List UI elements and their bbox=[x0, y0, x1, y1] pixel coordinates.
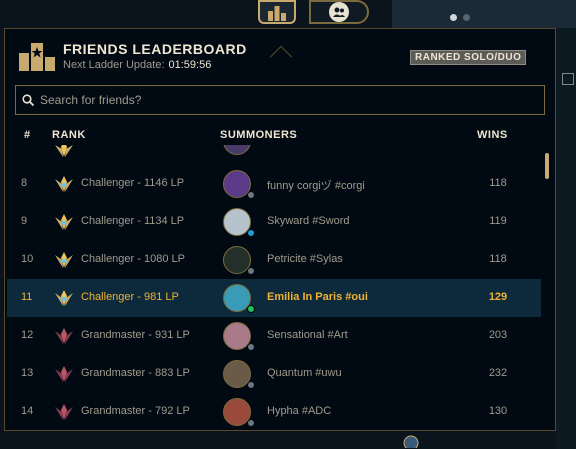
window-icon bbox=[562, 73, 574, 85]
status-dot bbox=[247, 381, 255, 389]
wins-count: 118 bbox=[489, 253, 507, 265]
row-number: 13 bbox=[21, 367, 34, 379]
row-number: 12 bbox=[21, 329, 34, 341]
challenger-emblem-icon bbox=[55, 176, 73, 192]
row-number: 11 bbox=[21, 291, 33, 303]
leaderboard-button[interactable] bbox=[258, 0, 296, 24]
search-box[interactable] bbox=[15, 85, 545, 115]
summoner-name[interactable]: Sensational #Art bbox=[267, 329, 348, 341]
friends-icon bbox=[329, 2, 349, 22]
status-dot bbox=[247, 191, 255, 199]
row-number: 9 bbox=[21, 215, 28, 227]
grandmaster-emblem-icon bbox=[55, 404, 73, 420]
panel-title: FRIENDS LEADERBOARD bbox=[63, 41, 247, 57]
status-dot bbox=[247, 419, 255, 427]
wins-count: 130 bbox=[488, 405, 508, 417]
rank-label: Challenger - 1080 LP bbox=[81, 253, 185, 265]
rank-label: Grandmaster - 883 LP bbox=[81, 367, 190, 379]
avatar-icon bbox=[403, 435, 419, 448]
challenger-emblem-icon bbox=[55, 214, 73, 230]
row-number: 8 bbox=[21, 177, 28, 189]
rank-label: Challenger - 1134 LP bbox=[81, 215, 185, 227]
page-dot-active bbox=[450, 14, 457, 21]
ladder-update-label: Next Ladder Update: bbox=[63, 59, 165, 71]
wins-count: 119 bbox=[489, 215, 507, 227]
summoner-name[interactable]: funny corgiヅ #corgi bbox=[267, 177, 365, 193]
table-row[interactable]: 13 Grandmaster - 883 LP Quantum #uwu 232 bbox=[7, 355, 541, 393]
rank-label: Grandmaster - 792 LP bbox=[81, 405, 190, 417]
status-dot bbox=[247, 229, 255, 237]
table-row[interactable]: 8 Challenger - 1146 LP funny corgiヅ #cor… bbox=[7, 165, 541, 203]
challenger-emblem-icon bbox=[55, 252, 73, 268]
ladder-update-timer: 01:59:56 bbox=[168, 59, 212, 71]
summoner-name[interactable]: Emilia In Paris #oui bbox=[267, 291, 368, 303]
table-row[interactable]: 9 Challenger - 1134 LP Skyward #Sword 11… bbox=[7, 203, 541, 241]
table-row-current-user[interactable]: 11 Challenger - 981 LP Emilia In Paris #… bbox=[7, 279, 541, 317]
wins-count: 203 bbox=[488, 329, 508, 341]
rank-emblem-icon bbox=[55, 145, 73, 157]
row-number: 14 bbox=[21, 405, 34, 417]
search-icon bbox=[22, 94, 34, 106]
scrollbar-thumb[interactable] bbox=[545, 153, 549, 179]
table-row[interactable]: 12 Grandmaster - 931 LP Sensational #Art… bbox=[7, 317, 541, 355]
grandmaster-emblem-icon bbox=[55, 328, 73, 344]
page-indicator bbox=[450, 14, 470, 21]
background-chat-snippet bbox=[398, 432, 576, 449]
rank-label: Grandmaster - 931 LP bbox=[81, 329, 190, 341]
avatar bbox=[223, 145, 251, 155]
column-header-rank: RANK bbox=[52, 129, 86, 141]
panel-caret bbox=[269, 45, 293, 69]
rank-label: Challenger - 1146 LP bbox=[81, 177, 185, 189]
column-header-wins: WINS bbox=[477, 129, 508, 141]
leaderboard-list[interactable]: 8 Challenger - 1146 LP funny corgiヅ #cor… bbox=[5, 145, 545, 430]
search-input[interactable] bbox=[40, 93, 520, 107]
top-right-panel bbox=[392, 0, 576, 28]
ladder-update-info: Next Ladder Update: 01:59:56 bbox=[63, 59, 211, 71]
friends-leaderboard-panel: FRIENDS LEADERBOARD Next Ladder Update: 0… bbox=[4, 28, 556, 431]
page-dot bbox=[463, 14, 470, 21]
leaderboard-title-icon bbox=[19, 43, 55, 71]
wins-count: 232 bbox=[488, 367, 508, 379]
summoner-name[interactable]: Hypha #ADC bbox=[267, 405, 331, 417]
status-dot bbox=[247, 267, 255, 275]
grandmaster-emblem-icon bbox=[55, 366, 73, 382]
summoner-name[interactable]: Quantum #uwu bbox=[267, 367, 342, 379]
status-dot bbox=[247, 343, 255, 351]
summoner-name[interactable]: Petricite #Sylas bbox=[267, 253, 343, 265]
table-row[interactable]: 10 Challenger - 1080 LP Petricite #Sylas… bbox=[7, 241, 541, 279]
rank-label: Challenger - 981 LP bbox=[81, 291, 179, 303]
wins-count: 129 bbox=[488, 291, 508, 303]
table-row[interactable]: 14 Grandmaster - 792 LP Hypha #ADC 130 bbox=[7, 393, 541, 430]
wins-count: 118 bbox=[489, 177, 507, 189]
table-header: # RANK SUMMONERS WINS bbox=[5, 129, 557, 143]
friends-toggle-button[interactable] bbox=[309, 0, 369, 24]
challenger-emblem-icon bbox=[55, 290, 73, 306]
column-header-summoners: SUMMONERS bbox=[220, 129, 298, 141]
background-right-strip bbox=[556, 0, 576, 449]
summoner-name[interactable]: Skyward #Sword bbox=[267, 215, 350, 227]
leaderboard-icon bbox=[268, 6, 286, 21]
row-number: 10 bbox=[21, 253, 34, 265]
column-header-number: # bbox=[24, 129, 31, 141]
queue-type-badge: RANKED SOLO/DUO bbox=[410, 50, 527, 65]
status-dot bbox=[247, 305, 255, 313]
